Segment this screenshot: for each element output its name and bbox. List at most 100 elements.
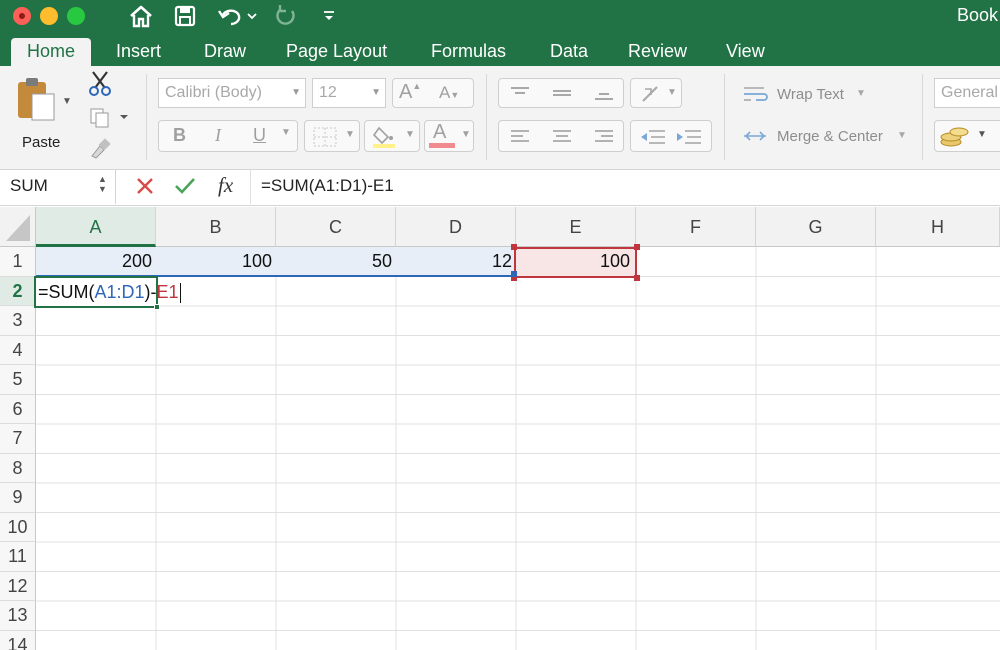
- enter-check-icon[interactable]: [173, 175, 197, 202]
- row-header-10[interactable]: 10: [0, 512, 36, 542]
- cell-c1[interactable]: 50: [276, 247, 396, 277]
- align-left-icon[interactable]: [509, 129, 531, 145]
- row-header-8[interactable]: 8: [0, 453, 36, 483]
- formula-input[interactable]: =SUM(A1:D1)-E1: [261, 176, 394, 196]
- decrease-font-arrow-icon: ▼: [450, 90, 460, 100]
- align-center-icon[interactable]: [551, 129, 573, 145]
- tab-review[interactable]: Review: [614, 38, 701, 66]
- increase-font-letter: A: [399, 81, 413, 103]
- cancel-icon[interactable]: [134, 175, 156, 202]
- cell-editor-a2[interactable]: =SUM(A1:D1)-E1: [38, 278, 181, 306]
- font-color-dropdown-icon: ▼: [461, 129, 471, 140]
- row-header-1[interactable]: 1: [0, 247, 36, 277]
- formula-cell-ref: E1: [156, 282, 179, 302]
- row-header-13[interactable]: 13: [0, 601, 36, 631]
- zoom-window-button[interactable]: [67, 7, 85, 25]
- accounting-format-button[interactable]: ▼: [934, 120, 1000, 152]
- underline-dropdown-icon[interactable]: ▼: [281, 127, 291, 138]
- customize-toolbar-icon[interactable]: [318, 2, 340, 30]
- tab-draw[interactable]: Draw: [190, 38, 260, 66]
- wrap-text-icon: [744, 87, 768, 101]
- row-header-9[interactable]: 9: [0, 483, 36, 513]
- row-header-12[interactable]: 12: [0, 571, 36, 601]
- close-window-button[interactable]: [13, 7, 31, 25]
- increase-indent-icon[interactable]: [675, 127, 703, 147]
- cell-e1[interactable]: 100: [516, 247, 636, 277]
- formula-bar-divider: [250, 170, 251, 204]
- decrease-indent-icon[interactable]: [639, 127, 667, 147]
- tab-home[interactable]: Home: [11, 38, 92, 66]
- decrease-font-letter: A: [439, 83, 451, 102]
- row-header-7[interactable]: 7: [0, 424, 36, 454]
- column-header-g[interactable]: G: [756, 207, 876, 247]
- ribbon-separator: [922, 74, 923, 160]
- row-header-11[interactable]: 11: [0, 542, 36, 572]
- column-header-b[interactable]: B: [156, 207, 276, 247]
- tab-insert[interactable]: Insert: [102, 38, 175, 66]
- borders-button[interactable]: ▼: [304, 120, 360, 152]
- name-box[interactable]: SUM ▲ ▼: [0, 170, 116, 204]
- select-all-button[interactable]: [0, 207, 36, 247]
- row-header-6[interactable]: 6: [0, 394, 36, 424]
- align-bottom-icon[interactable]: [593, 85, 615, 101]
- cell-a1[interactable]: 200: [36, 247, 156, 277]
- name-box-stepper-icon[interactable]: ▲ ▼: [98, 174, 107, 194]
- column-header-d[interactable]: D: [396, 207, 516, 247]
- ribbon-home: ▼ Paste Calibri (Body) ▼ 12 ▼ A▲ A▼ B I …: [0, 66, 1000, 170]
- underline-button[interactable]: U: [253, 125, 266, 146]
- column-header-c[interactable]: C: [276, 207, 396, 247]
- tab-data[interactable]: Data: [536, 38, 602, 66]
- tab-formulas[interactable]: Formulas: [417, 38, 520, 66]
- font-name-select[interactable]: Calibri (Body) ▼: [158, 78, 306, 108]
- font-name-value: Calibri (Body): [165, 84, 262, 101]
- font-size-buttons: A▲ A▼: [392, 78, 474, 108]
- align-top-icon[interactable]: [509, 85, 531, 101]
- number-format-select[interactable]: General: [934, 78, 1000, 108]
- cut-icon[interactable]: [88, 70, 112, 101]
- insert-function-button[interactable]: fx: [218, 173, 233, 198]
- increase-font-arrow-icon: ▲: [412, 81, 422, 91]
- redo-icon[interactable]: [270, 2, 302, 30]
- italic-button[interactable]: I: [215, 125, 221, 146]
- font-size-select[interactable]: 12 ▼: [312, 78, 386, 108]
- row-header-14[interactable]: 14: [0, 630, 36, 650]
- bold-button[interactable]: B: [173, 125, 186, 146]
- cell-d1[interactable]: 12: [396, 247, 516, 277]
- fill-color-dropdown-icon: ▼: [405, 129, 415, 140]
- cell-gridlines: [36, 247, 1000, 650]
- column-header-e[interactable]: E: [516, 207, 636, 247]
- minimize-window-button[interactable]: [40, 7, 58, 25]
- row-header-4[interactable]: 4: [0, 335, 36, 365]
- home-icon[interactable]: [124, 2, 158, 30]
- merge-center-icon: [744, 131, 766, 141]
- vertical-align-buttons: [498, 78, 624, 108]
- formula-operator: )-: [144, 282, 157, 302]
- decrease-font-size-button[interactable]: A▼: [439, 83, 459, 103]
- undo-icon[interactable]: [214, 2, 260, 30]
- align-right-icon[interactable]: [593, 129, 615, 145]
- format-painter-icon[interactable]: [88, 138, 112, 165]
- cell-b1[interactable]: 100: [156, 247, 276, 277]
- save-icon[interactable]: [170, 2, 200, 30]
- paste-dropdown-icon[interactable]: ▼: [62, 96, 72, 107]
- align-middle-icon[interactable]: [551, 85, 573, 101]
- text-cursor: [179, 283, 181, 304]
- font-color-button[interactable]: A ▼: [424, 120, 474, 152]
- tab-page-layout[interactable]: Page Layout: [272, 38, 401, 66]
- indent-buttons: [630, 120, 712, 152]
- borders-icon: [313, 127, 337, 147]
- paste-button[interactable]: ▼ Paste: [10, 74, 72, 154]
- fill-color-button[interactable]: ▼: [364, 120, 420, 152]
- column-header-h[interactable]: H: [876, 207, 1000, 247]
- increase-font-size-button[interactable]: A▲: [399, 81, 421, 104]
- copy-icon[interactable]: [88, 106, 128, 133]
- row-header-3[interactable]: 3: [0, 306, 36, 336]
- ribbon-separator: [146, 74, 147, 160]
- column-header-f[interactable]: F: [636, 207, 756, 247]
- row-header-5[interactable]: 5: [0, 365, 36, 395]
- orientation-button[interactable]: ▼: [630, 78, 682, 108]
- column-header-a[interactable]: A: [36, 207, 156, 247]
- row-header-2[interactable]: 2: [0, 276, 36, 306]
- ribbon-separator: [724, 74, 725, 160]
- tab-view[interactable]: View: [712, 38, 779, 66]
